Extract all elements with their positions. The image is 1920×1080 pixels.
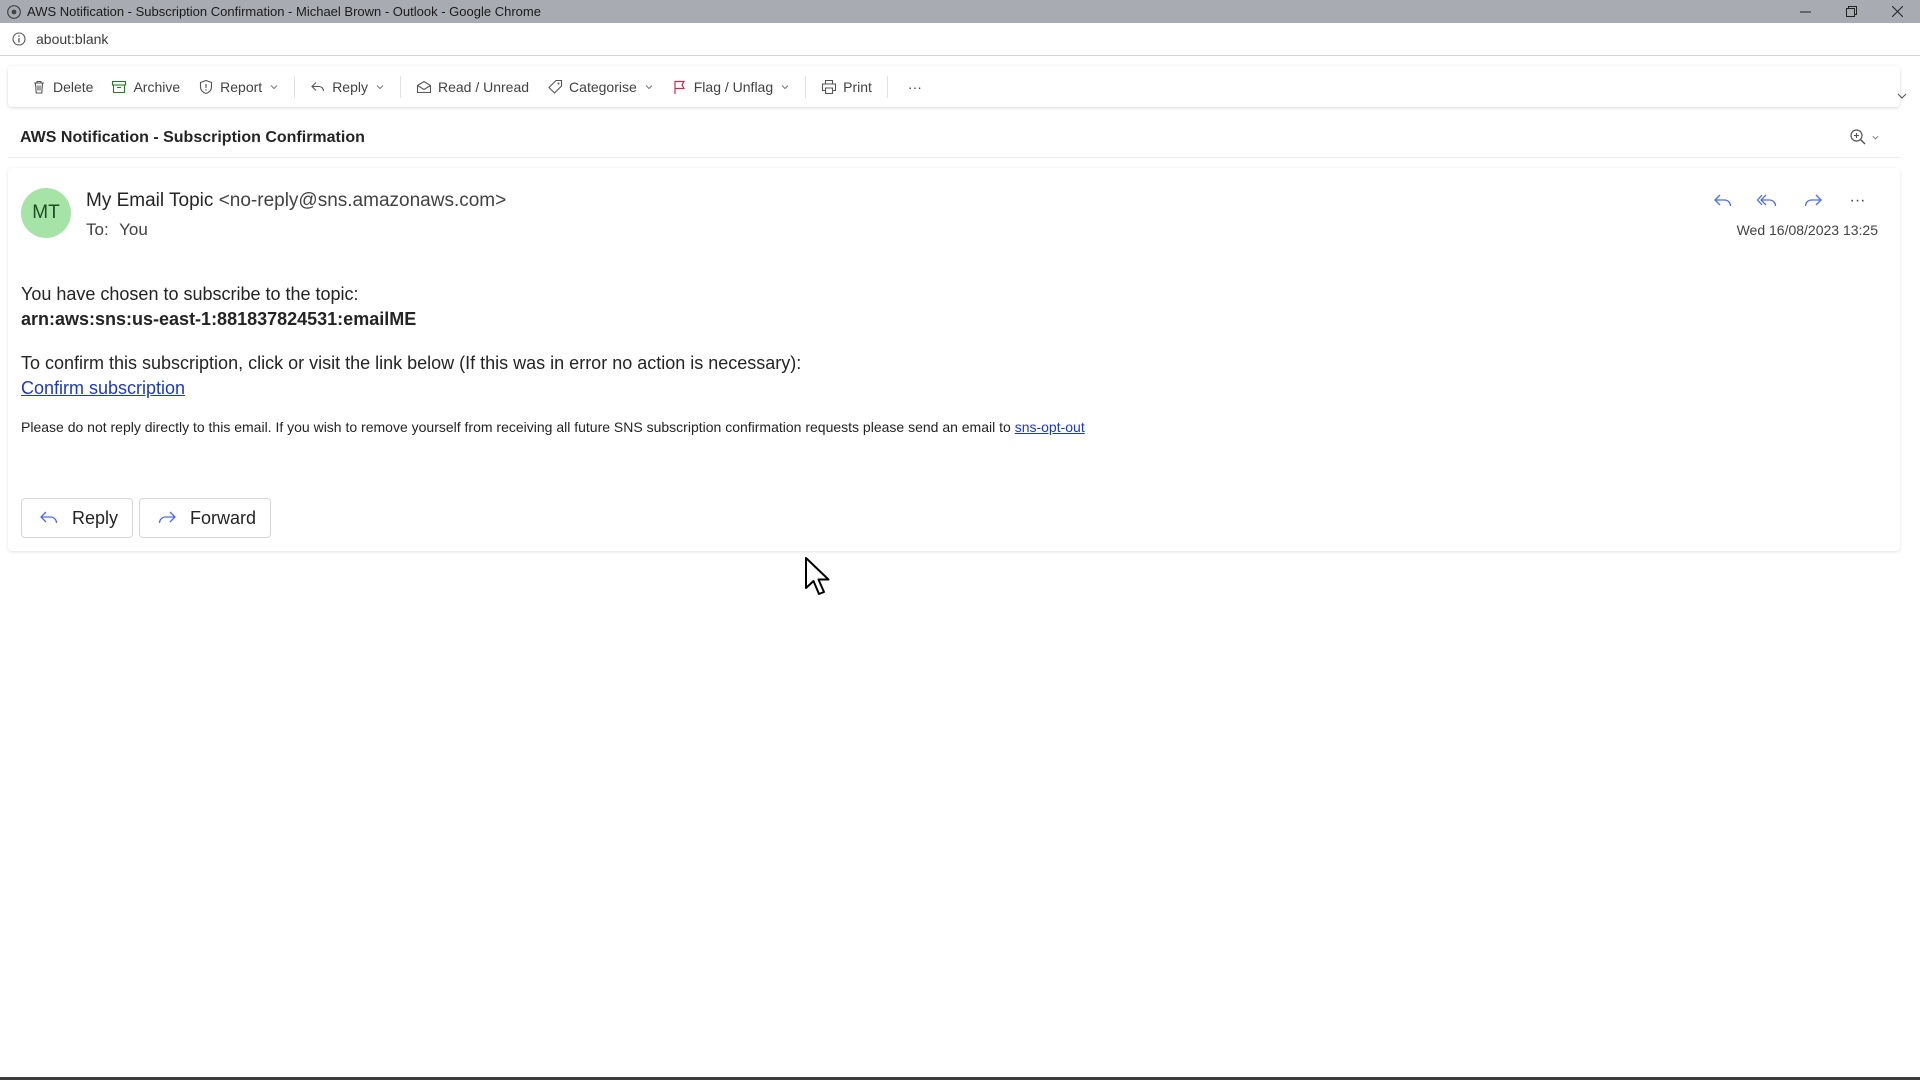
forward-icon bbox=[158, 511, 176, 524]
chevron-down-icon[interactable] bbox=[780, 82, 790, 92]
message-card: MT My Email Topic <no-reply@sns.amazonaw… bbox=[8, 168, 1900, 551]
print-button[interactable]: Print bbox=[812, 71, 881, 103]
minimize-button[interactable] bbox=[1782, 0, 1828, 23]
more-options-button[interactable]: ··· bbox=[1835, 186, 1880, 216]
toolbar-divider bbox=[805, 75, 807, 98]
chevron-down-icon[interactable] bbox=[644, 82, 654, 92]
to-label: To: bbox=[86, 220, 109, 239]
chevron-down-icon[interactable] bbox=[1896, 90, 1908, 102]
chrome-icon bbox=[7, 4, 21, 19]
window-title: AWS Notification - Subscription Confirma… bbox=[27, 4, 541, 19]
mouse-cursor-icon bbox=[805, 557, 830, 595]
reply-all-button[interactable] bbox=[1745, 186, 1790, 216]
recipient-line: To: You bbox=[86, 220, 148, 240]
body-line-1: You have chosen to subscribe to the topi… bbox=[21, 284, 359, 304]
zoom-in-icon bbox=[1850, 129, 1866, 145]
restore-button[interactable] bbox=[1828, 0, 1874, 23]
forward-bottom-button[interactable]: Forward bbox=[139, 498, 272, 538]
sender-name: My Email Topic bbox=[86, 190, 214, 211]
avatar[interactable]: MT bbox=[21, 188, 71, 238]
envelope-open-icon bbox=[416, 80, 432, 93]
footer-note: Please do not reply directly to this ema… bbox=[21, 419, 1011, 435]
toolbar-divider bbox=[399, 75, 401, 98]
url-text[interactable]: about:blank bbox=[36, 31, 108, 47]
toolbar-divider bbox=[294, 75, 296, 98]
window-controls bbox=[1782, 0, 1920, 23]
read-unread-button[interactable]: Read / Unread bbox=[407, 71, 538, 103]
window-title-bar: AWS Notification - Subscription Confirma… bbox=[0, 0, 1920, 23]
reply-button[interactable] bbox=[1700, 186, 1745, 216]
confirm-subscription-link[interactable]: Confirm subscription bbox=[21, 378, 185, 398]
reply-bottom-button[interactable]: Reply bbox=[21, 498, 134, 538]
reply-forward-row: Reply Forward bbox=[21, 498, 277, 538]
reply-toolbar-button[interactable]: Reply bbox=[301, 71, 394, 103]
close-window-button[interactable] bbox=[1874, 0, 1920, 23]
message-date: Wed 16/08/2023 13:25 bbox=[1736, 222, 1878, 238]
info-icon[interactable] bbox=[12, 32, 26, 46]
footer-text: Please do not reply directly to this ema… bbox=[21, 417, 1881, 437]
email-subject: AWS Notification - Subscription Confirma… bbox=[20, 128, 365, 146]
printer-icon bbox=[822, 79, 837, 94]
chevron-down-icon[interactable] bbox=[269, 82, 279, 92]
message-toolbar: Delete Archive Report Reply Read / Unrea… bbox=[8, 66, 1900, 107]
trash-icon bbox=[34, 80, 44, 94]
message-actions: ··· bbox=[1700, 186, 1880, 216]
address-bar: about:blank bbox=[0, 23, 1920, 56]
opt-out-link[interactable]: sns-opt-out bbox=[1015, 419, 1085, 435]
flag-button[interactable]: Flag / Unflag bbox=[663, 71, 799, 103]
reply-icon bbox=[1713, 194, 1731, 207]
more-icon: ··· bbox=[907, 78, 922, 95]
sender-address: <no-reply@sns.amazonaws.com> bbox=[218, 190, 507, 211]
more-icon: ··· bbox=[1849, 192, 1866, 209]
flag-icon bbox=[674, 80, 685, 94]
delete-button[interactable]: Delete bbox=[22, 71, 102, 103]
zoom-button[interactable] bbox=[1849, 128, 1880, 146]
subject-bar: AWS Notification - Subscription Confirma… bbox=[8, 118, 1900, 158]
tag-icon bbox=[548, 79, 563, 94]
categorise-button[interactable]: Categorise bbox=[538, 71, 663, 103]
to-value[interactable]: You bbox=[119, 220, 148, 239]
archive-button[interactable]: Archive bbox=[102, 71, 189, 103]
message-body: You have chosen to subscribe to the topi… bbox=[21, 282, 1881, 437]
body-line-2: To confirm this subscription, click or v… bbox=[21, 353, 802, 373]
reply-icon bbox=[311, 81, 325, 91]
forward-button[interactable] bbox=[1790, 186, 1835, 216]
report-button[interactable]: Report bbox=[189, 71, 288, 103]
forward-icon bbox=[1804, 194, 1822, 207]
more-actions-button[interactable]: ··· bbox=[894, 71, 936, 103]
sender[interactable]: My Email Topic <no-reply@sns.amazonaws.c… bbox=[86, 190, 506, 212]
toolbar-divider bbox=[886, 75, 888, 98]
topic-arn: arn:aws:sns:us-east-1:881837824531:email… bbox=[21, 309, 417, 329]
reply-all-icon bbox=[1756, 194, 1776, 207]
chevron-down-icon[interactable] bbox=[375, 82, 385, 92]
archive-icon bbox=[112, 80, 127, 93]
reply-icon bbox=[40, 511, 58, 524]
chevron-down-icon bbox=[1872, 135, 1879, 139]
shield-icon bbox=[200, 79, 213, 94]
